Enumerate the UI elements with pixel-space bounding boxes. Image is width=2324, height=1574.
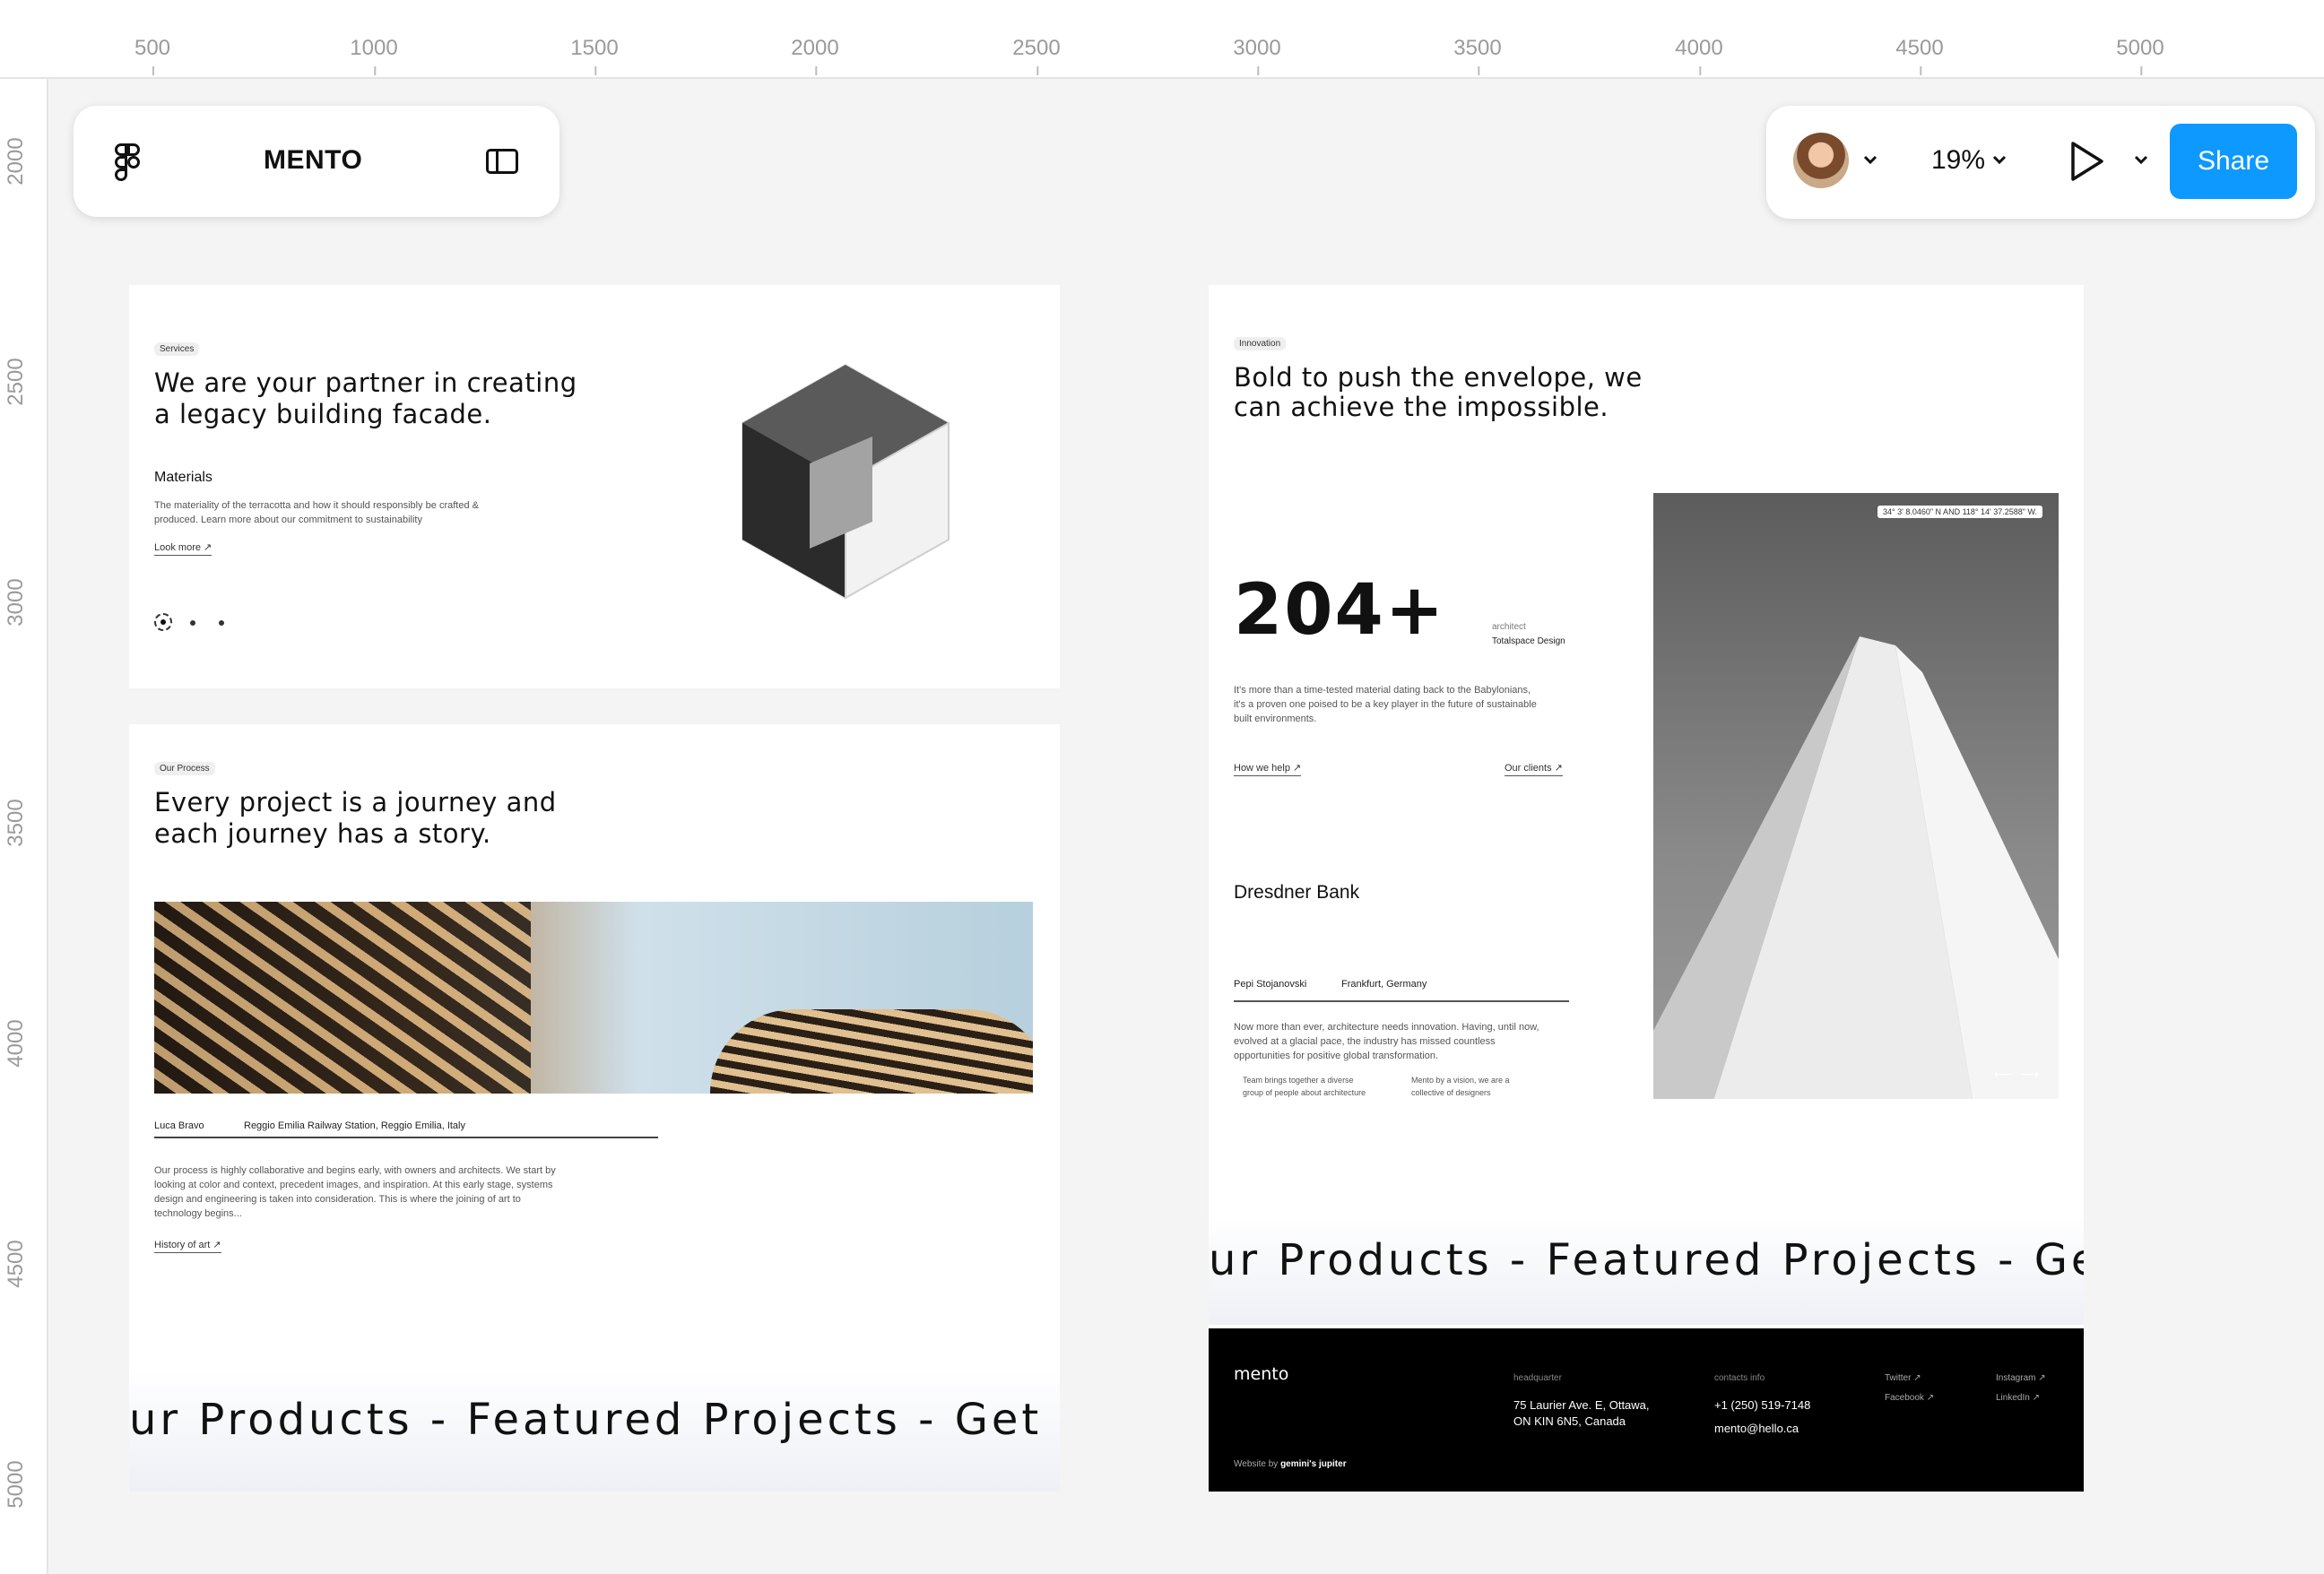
chevron-down-icon[interactable]	[1992, 154, 2007, 165]
ruler-tick: 4500	[1895, 36, 1944, 75]
view-toolbar: 19% Share	[1766, 106, 2315, 219]
carousel-dot[interactable]	[190, 620, 195, 626]
headline-line: can achieve the impossible.	[1234, 392, 1609, 422]
photo-credit-name: Luca Bravo	[154, 1120, 204, 1131]
carousel-dot[interactable]	[219, 620, 224, 626]
avatar[interactable]	[1793, 133, 1849, 188]
note-text: Team brings together a diverse	[1243, 1076, 1354, 1085]
note-text: group of people about architecture	[1243, 1088, 1366, 1097]
coordinates-badge: 34° 3' 8.0460" N AND 118° 14' 37.2588" W…	[1877, 506, 2042, 518]
carousel-dot-active[interactable]	[154, 613, 172, 631]
stat-label: architect	[1492, 622, 1526, 632]
quote-text: Now more than ever, architecture needs i…	[1234, 1022, 1539, 1033]
ruler-tick: 500	[134, 36, 171, 75]
sidebar-toggle-icon[interactable]	[486, 149, 518, 174]
file-toolbar: MENTO	[74, 106, 559, 217]
footer-address: 75 Laurier Ave. E, Ottawa,	[1513, 1398, 1650, 1412]
ruler-tick: 1000	[350, 36, 398, 75]
project-photo	[154, 902, 1033, 1094]
footer-brand: mento	[1234, 1364, 1289, 1384]
frame-innovation[interactable]: Innovation Bold to push the envelope, we…	[1209, 285, 2084, 1492]
history-of-art-link[interactable]: History of art ↗	[154, 1239, 221, 1253]
subheading: Materials	[154, 470, 212, 485]
footer-credit: Website by gemini's jupiter	[1234, 1459, 1347, 1469]
headline-line: each journey has a story.	[154, 818, 491, 849]
stat-label: Totalspace Design	[1492, 636, 1565, 646]
divider	[154, 1137, 658, 1138]
headline-line: Bold to push the envelope, we	[1234, 362, 1643, 393]
arrow-left-icon[interactable]: ⟵	[1994, 1067, 2012, 1082]
section-tag: Innovation	[1234, 337, 1287, 350]
footer-label: contacts info	[1714, 1373, 1765, 1383]
chevron-down-icon[interactable]	[2134, 154, 2148, 165]
footer-address: ON KIN 6N5, Canada	[1513, 1414, 1626, 1428]
ruler-tick: 3000	[1233, 36, 1281, 75]
chevron-down-icon[interactable]	[1863, 154, 1877, 165]
frame-services[interactable]: Services We are your partner in creating…	[129, 285, 1060, 688]
person-place: Frankfurt, Germany	[1341, 979, 1427, 990]
ruler-tick: 4000	[1675, 36, 1723, 75]
note-text: Mento by a vision, we are a	[1411, 1076, 1510, 1085]
facebook-link[interactable]: Facebook ↗	[1885, 1393, 1934, 1403]
body-text: Our process is highly collaborative and …	[154, 1165, 556, 1176]
figma-logo-icon[interactable]	[115, 143, 142, 183]
site-footer: mento Website by gemini's jupiter headqu…	[1209, 1328, 2084, 1492]
headline-line: We are your partner in creating	[154, 368, 577, 398]
note-text: collective of designers	[1411, 1088, 1491, 1097]
section-tag: Services	[154, 342, 200, 356]
body-text: technology begins...	[154, 1208, 242, 1219]
file-name[interactable]: MENTO	[264, 145, 362, 176]
body-text: looking at color and context, precedent …	[154, 1180, 553, 1190]
ruler-tick: 2000	[791, 36, 839, 75]
footer-email[interactable]: mento@hello.ca	[1714, 1422, 1799, 1435]
zoom-level[interactable]: 19%	[1931, 145, 1985, 176]
quote-text: evolved at a glacial pace, the industry …	[1234, 1036, 1496, 1047]
headline-line: Every project is a journey and	[154, 787, 557, 817]
arrow-right-icon[interactable]: ⟶	[2021, 1067, 2039, 1082]
building-photo: 34° 3' 8.0460" N AND 118° 14' 37.2588" W…	[1653, 493, 2059, 1099]
hexagon-dots-graphic	[741, 363, 950, 600]
ruler-tick: 5000	[2116, 36, 2164, 75]
body-text: design and engineering is taken into con…	[154, 1194, 521, 1205]
marquee-text: ur Products - Featured Projects - Get In	[129, 1395, 1060, 1445]
how-we-help-link[interactable]: How we help ↗	[1234, 762, 1302, 776]
headline-line: a legacy building facade.	[154, 399, 492, 429]
marquee-text: ur Products - Featured Projects - Get In	[1209, 1235, 2084, 1285]
photo-credit-place: Reggio Emilia Railway Station, Reggio Em…	[244, 1120, 465, 1131]
ruler-tick: 1500	[570, 36, 619, 75]
footer-phone[interactable]: +1 (250) 519-7148	[1714, 1398, 1810, 1412]
body-text: built environments.	[1234, 713, 1317, 724]
skyscraper-illustration	[1653, 636, 2059, 1099]
body-text: The materiality of the terracotta and ho…	[154, 500, 479, 511]
section-tag: Our Process	[154, 762, 215, 775]
stat-number: 204+	[1234, 570, 1446, 651]
our-clients-link[interactable]: Our clients ↗	[1505, 762, 1563, 776]
footer-label: headquarter	[1513, 1373, 1562, 1383]
ruler-tick: 2500	[1012, 36, 1061, 75]
instagram-link[interactable]: Instagram ↗	[1996, 1373, 2046, 1383]
ruler-tick: 3500	[1453, 36, 1502, 75]
horizontal-ruler: 500 1000 1500 2000 2500 3000 3500 4000 4…	[0, 0, 2324, 79]
quote-text: opportunities for positive global transf…	[1234, 1051, 1439, 1061]
play-icon[interactable]	[2068, 140, 2107, 183]
person-name: Pepi Stojanovski	[1234, 979, 1307, 990]
share-button[interactable]: Share	[2170, 124, 2297, 199]
frame-process[interactable]: Our Process Every project is a journey a…	[129, 724, 1060, 1492]
client-title: Dresdner Bank	[1234, 882, 1360, 903]
twitter-link[interactable]: Twitter ↗	[1885, 1373, 1921, 1383]
body-text: It's more than a time-tested material da…	[1234, 685, 1531, 696]
linkedin-link[interactable]: LinkedIn ↗	[1996, 1393, 2040, 1403]
divider	[1234, 1000, 1569, 1002]
body-text: it's a proven one poised to be a key pla…	[1234, 699, 1537, 710]
body-text: produced. Learn more about our commitmen…	[154, 515, 422, 525]
look-more-link[interactable]: Look more ↗	[154, 541, 212, 556]
